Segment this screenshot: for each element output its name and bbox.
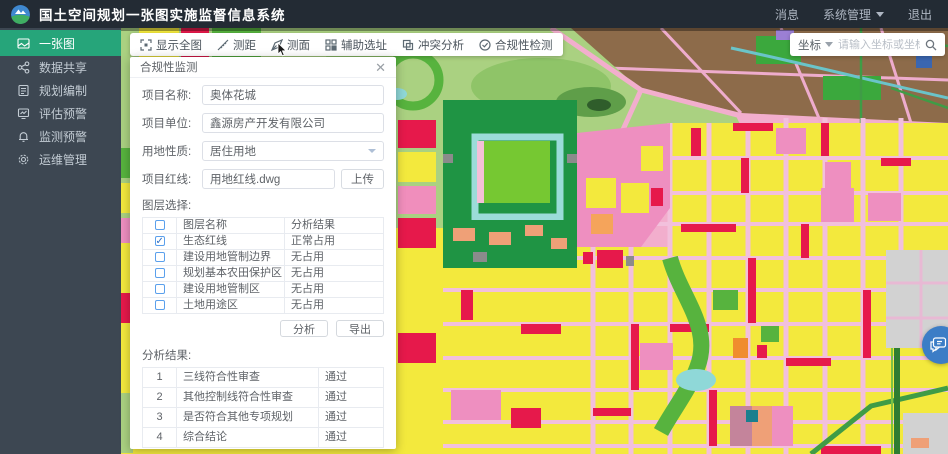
result-row: 3 是否符合其他专项规划 通过 — [143, 408, 384, 428]
search-type-select[interactable]: 坐标 — [798, 37, 833, 53]
project-name-label: 项目名称: — [142, 87, 202, 103]
conflict-analysis-icon — [402, 39, 414, 51]
land-use-type-label: 用地性质: — [142, 143, 202, 159]
site-selection-icon — [325, 39, 337, 51]
layer-row: 土地用途区 无占用 — [143, 298, 384, 314]
upload-button[interactable]: 上传 — [341, 169, 384, 189]
system-management-menu[interactable]: 系统管理 — [823, 6, 884, 23]
select-all-checkbox[interactable] — [155, 220, 165, 230]
top-navbar: 国土空间规划一张图实施监督信息系统 消息 系统管理 退出 — [0, 0, 948, 28]
show-full-map-button[interactable]: 显示全图 — [140, 37, 202, 53]
sidebar-item-evaluation-warning[interactable]: 评估预警 — [0, 102, 121, 125]
layer-table-header: 图层名称 分析结果 — [143, 218, 384, 234]
select-chevron-icon — [368, 149, 376, 153]
fullscreen-icon — [140, 39, 152, 51]
compliance-check-button[interactable]: 合规性检测 — [479, 37, 553, 53]
map-toolbar: 显示全图 测距 测面 辅助选址 冲突分析 合规性检测 — [130, 33, 563, 56]
dropdown-caret-icon — [876, 12, 884, 17]
chat-bubbles-icon — [929, 337, 947, 353]
conflict-analysis-button[interactable]: 冲突分析 — [402, 37, 464, 53]
land-use-type-select[interactable]: 居住用地 — [202, 141, 384, 161]
mouse-cursor-icon — [277, 43, 288, 57]
sidebar-item-planning[interactable]: 规划编制 — [0, 79, 121, 102]
project-name-field[interactable]: 奥体花城 — [202, 85, 384, 105]
compliance-check-dialog: 合规性监测 ✕ 项目名称: 奥体花城 项目单位: 鑫源房产开发有限公司 用地性质… — [130, 57, 396, 449]
layer-checkbox[interactable] — [155, 252, 165, 262]
sidebar-item-operations[interactable]: 运维管理 — [0, 148, 121, 171]
map-icon — [17, 37, 30, 50]
search-icon[interactable] — [925, 39, 937, 51]
monitor-warning-icon — [17, 130, 30, 143]
layer-checkbox[interactable] — [155, 268, 165, 278]
layer-select-label: 图层选择: — [142, 197, 384, 213]
search-type-caret-icon — [825, 42, 833, 47]
sidebar-item-data-sharing[interactable]: 数据共享 — [0, 56, 121, 79]
layer-checkbox[interactable] — [155, 236, 165, 246]
layer-checkbox[interactable] — [155, 300, 165, 310]
layer-row: 规划基本农田保护区 无占用 — [143, 266, 384, 282]
result-row: 1 三线符合性审查 通过 — [143, 368, 384, 388]
layer-table: 图层名称 分析结果 生态红线 正常占用 建设用地管制边界 无占用 规划基本农田保… — [142, 217, 384, 314]
messages-link[interactable]: 消息 — [775, 6, 799, 23]
project-unit-field[interactable]: 鑫源房产开发有限公司 — [202, 113, 384, 133]
analysis-result-table: 1 三线符合性审查 通过 2 其他控制线符合性审查 通过 3 是否符合其他专项规… — [142, 367, 384, 448]
layer-row: 建设用地管制边界 无占用 — [143, 250, 384, 266]
site-selection-button[interactable]: 辅助选址 — [325, 37, 387, 53]
logout-link[interactable]: 退出 — [908, 6, 932, 23]
plan-edit-icon — [17, 84, 30, 97]
evaluate-warning-icon — [17, 107, 30, 120]
sidebar-item-one-map[interactable]: 一张图 — [0, 30, 121, 56]
ops-gear-icon — [17, 153, 30, 166]
measure-distance-icon — [217, 39, 229, 51]
result-row: 2 其他控制线符合性审查 通过 — [143, 388, 384, 408]
analysis-result-label: 分析结果: — [142, 347, 384, 363]
result-row: 4 综合结论 通过 — [143, 428, 384, 448]
compliance-check-icon — [479, 39, 491, 51]
sidebar: 一张图 数据共享 规划编制 评估预警 监测预警 运维管理 — [0, 28, 121, 454]
share-icon — [17, 61, 30, 74]
close-icon[interactable]: ✕ — [375, 61, 386, 74]
dialog-title: 合规性监测 — [140, 59, 198, 75]
layer-row: 建设用地管制区 无占用 — [143, 282, 384, 298]
layer-checkbox[interactable] — [155, 284, 165, 294]
project-redline-label: 项目红线: — [142, 171, 202, 187]
project-redline-field[interactable]: 用地红线.dwg — [202, 169, 335, 189]
sidebar-item-monitoring-warning[interactable]: 监测预警 — [0, 125, 121, 148]
map-search-box: 坐标 — [790, 33, 945, 56]
project-unit-label: 项目单位: — [142, 115, 202, 131]
measure-distance-button[interactable]: 测距 — [217, 37, 256, 53]
app-logo — [11, 5, 30, 24]
layer-row: 生态红线 正常占用 — [143, 234, 384, 250]
analyze-button[interactable]: 分析 — [280, 320, 328, 337]
search-input[interactable] — [838, 39, 920, 51]
export-button[interactable]: 导出 — [336, 320, 384, 337]
app-title: 国土空间规划一张图实施监督信息系统 — [39, 4, 286, 24]
